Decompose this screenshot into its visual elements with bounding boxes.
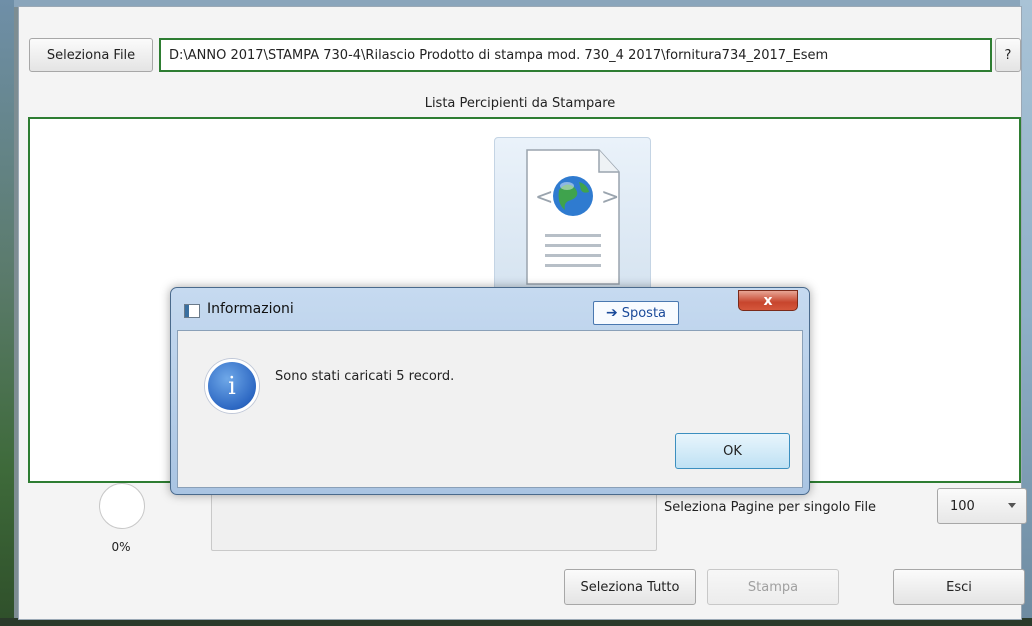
dialog-message: Sono stati caricati 5 record. — [275, 369, 455, 384]
desktop-left-edge — [0, 0, 14, 626]
xml-document-icon: < > — [494, 137, 651, 297]
info-icon: i — [205, 359, 259, 413]
select-file-button[interactable]: Seleziona File — [29, 38, 153, 72]
pages-per-file-label: Seleziona Pagine per singolo File — [664, 500, 877, 515]
chevron-down-icon — [1008, 503, 1016, 508]
dialog-title: Informazioni — [207, 301, 294, 317]
move-button[interactable]: ➔ Sposta — [593, 301, 679, 325]
dialog-titlebar[interactable]: Informazioni ➔ Sposta x — [171, 288, 809, 328]
pages-per-file-select[interactable]: 100 — [937, 488, 1027, 524]
close-button[interactable]: x — [738, 290, 798, 311]
progress-percent: 0% — [111, 540, 131, 554]
print-button[interactable]: Stampa — [707, 569, 839, 605]
pages-select-value: 100 — [950, 498, 975, 514]
help-button[interactable]: ? — [995, 38, 1021, 72]
file-path-field[interactable]: D:\ANNO 2017\STAMPA 730-4\Rilascio Prodo… — [159, 38, 992, 72]
progress-indicator — [99, 483, 145, 529]
arrow-right-icon: ➔ — [605, 305, 618, 321]
svg-text:>: > — [601, 185, 619, 210]
exit-button[interactable]: Esci — [893, 569, 1025, 605]
list-title: Lista Percipienti da Stampare — [424, 96, 616, 111]
close-icon: x — [763, 292, 773, 309]
info-icon-glyph: i — [228, 372, 236, 400]
info-dialog: Informazioni ➔ Sposta x i Sono stati car… — [170, 287, 810, 495]
window-app-icon — [184, 304, 200, 318]
svg-text:<: < — [535, 185, 553, 210]
status-log-area — [211, 491, 657, 551]
move-button-label: Sposta — [621, 305, 667, 321]
dialog-body: i Sono stati caricati 5 record. OK — [177, 330, 803, 488]
select-all-button[interactable]: Seleziona Tutto — [564, 569, 696, 605]
ok-button[interactable]: OK — [675, 433, 790, 469]
